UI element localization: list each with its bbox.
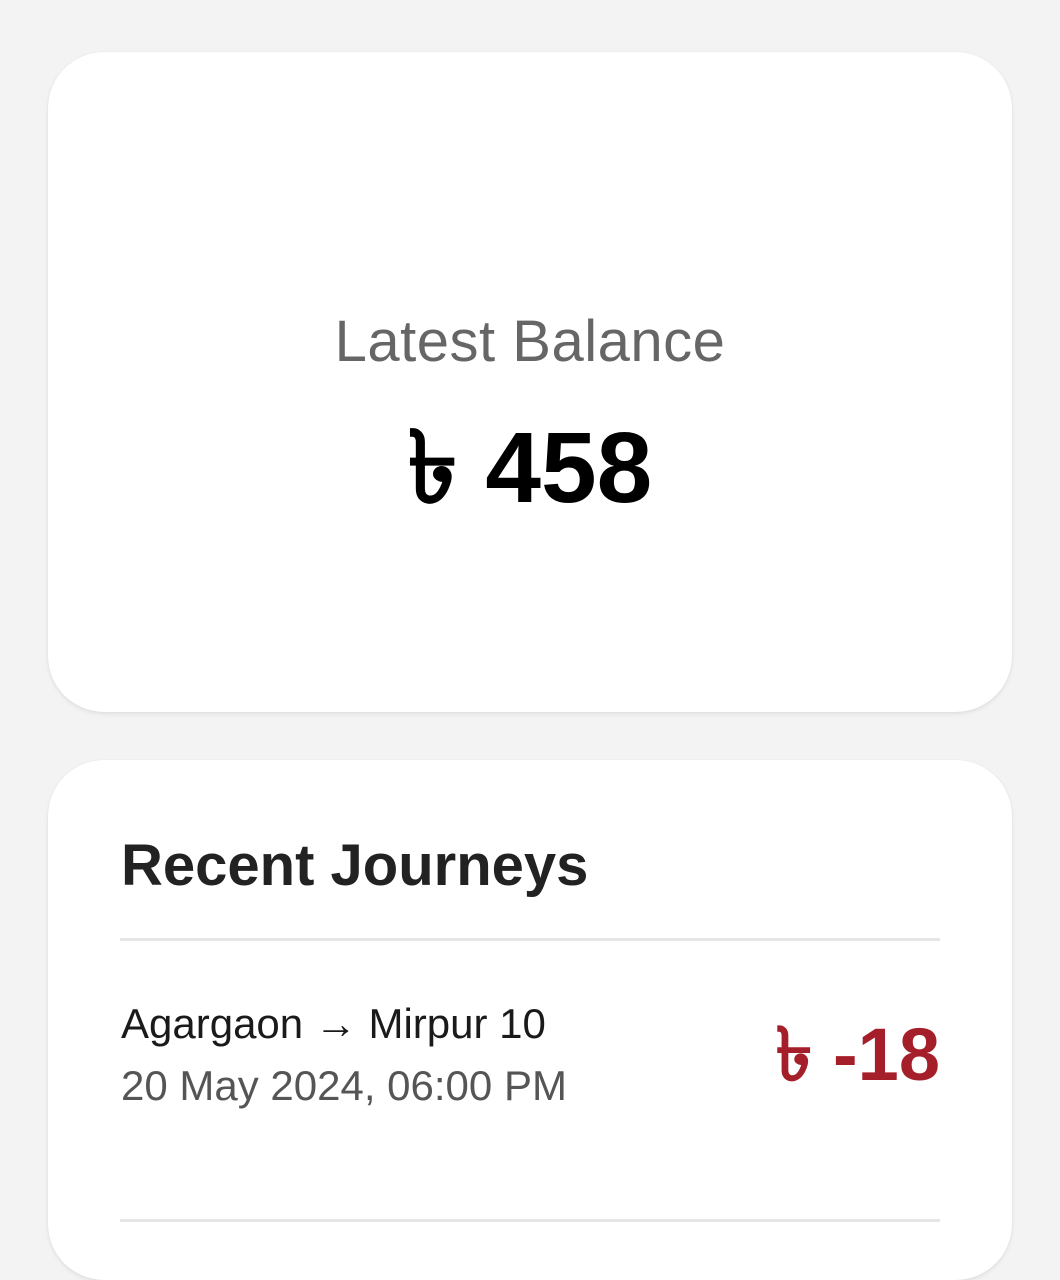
journeys-divider <box>120 938 940 941</box>
journey-datetime: 20 May 2024, 06:00 PM <box>121 1062 567 1109</box>
recent-journeys-title: Recent Journeys <box>121 833 589 898</box>
balance-amount: ৳ 458 <box>407 412 653 524</box>
balance-label: Latest Balance <box>334 309 726 374</box>
journey-route: Agargaon → Mirpur 10 <box>121 1000 546 1047</box>
journey-fare: ৳ -18 <box>775 1013 940 1096</box>
journey-divider <box>120 1219 940 1222</box>
balance-card: Latest Balance ৳ 458 <box>48 52 1012 712</box>
